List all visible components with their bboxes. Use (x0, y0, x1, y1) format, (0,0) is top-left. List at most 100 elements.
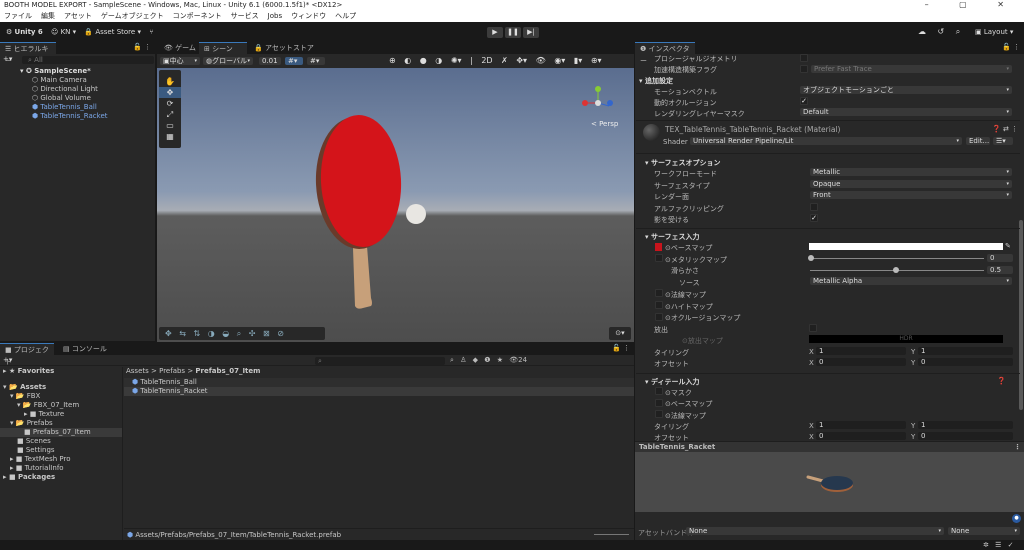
detail-inputs-header[interactable]: ▾ ディテール入力 (645, 377, 699, 387)
workflow-dropdown[interactable]: Metallic ▾ (810, 168, 1012, 176)
menu-gameobject[interactable]: ゲームオブジェクト (101, 12, 164, 20)
shader-dropdown[interactable]: Universal Render Pipeline/Lit ▾ (690, 137, 962, 145)
preview-header[interactable]: TableTennis_Racket ⋮ (635, 441, 1024, 452)
emission-color-field[interactable]: HDR (809, 335, 1003, 343)
tab-console[interactable]: ▤ コンソール (58, 343, 112, 355)
file-item[interactable]: ⬢ TableTennis_Ball (124, 378, 634, 387)
emission-checkbox[interactable] (809, 324, 817, 332)
preview-area[interactable] (635, 452, 1024, 512)
toolbar-right-icons[interactable]: ☁ ↺ ⌕ (918, 27, 960, 37)
hierarchy-item[interactable]: ⬡ Directional Light (0, 85, 155, 94)
smoothness-input[interactable]: 0.5 (987, 266, 1013, 274)
tree-item[interactable]: ▸ ■ Texture (0, 410, 122, 419)
step-button[interactable]: ▶| (523, 27, 539, 38)
menu-file[interactable]: ファイル (4, 12, 32, 20)
layout-dropdown[interactable]: ▣ Layout ▾ (975, 28, 1013, 36)
motion-dropdown[interactable]: オブジェクトモーションごと ▾ (800, 86, 1012, 94)
persp-label[interactable]: < Persp (591, 120, 618, 128)
offset-y-input[interactable]: 0 (918, 358, 1013, 366)
label-icon[interactable]: ● (1012, 514, 1021, 523)
shading-mode-buttons[interactable]: ⊕ ◐ ● ◑ ✺▾ | 2D ✗ ✥▾ 👁 ◉▾ ▮▾ ⊕▾ (389, 56, 602, 65)
metallic-map-slot[interactable] (655, 254, 663, 262)
alpha-clip-checkbox[interactable] (810, 203, 818, 211)
metallic-slider-handle[interactable] (808, 255, 814, 261)
surface-inputs-header[interactable]: ▾ サーフェス入力 (645, 232, 700, 242)
snap-input[interactable]: 0.01 (259, 57, 281, 65)
tab-game[interactable]: 👁 ゲーム (159, 42, 201, 54)
asset-variant-dropdown[interactable]: None ▾ (948, 527, 1020, 535)
tree-packages[interactable]: ▸ ■ Packages (0, 473, 122, 482)
hierarchy-item[interactable]: ⬡ Global Volume (0, 94, 155, 103)
project-filter-icons[interactable]: ⌕ ♙ ◆ ❶ ★ 👁24 (450, 356, 527, 365)
tree-item[interactable]: ▾ 📂 Prefabs (0, 419, 122, 428)
menu-jobs[interactable]: Jobs (268, 12, 282, 20)
hierarchy-item[interactable]: ⬡ Main Camera (0, 76, 155, 85)
smoothness-slider-handle[interactable] (893, 267, 899, 273)
surface-options-header[interactable]: ▾ サーフェスオプション (645, 158, 721, 168)
icon-size-slider[interactable] (594, 534, 629, 535)
tab-asset-store[interactable]: 🔒 アセットストア (249, 42, 319, 54)
tree-item[interactable]: ■ Settings (0, 446, 122, 455)
tiling-x-input[interactable]: 1 (816, 347, 906, 355)
status-icons[interactable]: ✲ ☰ ✓ (983, 541, 1014, 549)
hierarchy-item[interactable]: ⬢ TableTennis_Ball (0, 103, 155, 112)
accel-dropdown[interactable]: Prefer Fast Trace ▾ (811, 65, 1012, 73)
detail-offset-y-input[interactable]: 0 (918, 432, 1013, 440)
detail-offset-x-input[interactable]: 0 (816, 432, 906, 440)
scene-root[interactable]: ▾ ✪ SampleScene* (0, 67, 155, 76)
detail-tiling-y-input[interactable]: 1 (918, 421, 1013, 429)
render-face-dropdown[interactable]: Front ▾ (810, 191, 1012, 199)
breadcrumb-assets[interactable]: Assets (126, 367, 149, 375)
create-button[interactable]: +▾ (3, 356, 12, 364)
space-dropdown[interactable]: ◍グローバル ▾ (203, 57, 253, 65)
base-map-thumbnail[interactable] (655, 243, 662, 251)
tab-hierarchy[interactable]: ☰ ヒエラルキー (0, 42, 56, 65)
tree-item[interactable]: ▸ ■ TutorialInfo (0, 464, 122, 473)
menu-help[interactable]: ヘルプ (335, 12, 356, 20)
edit-shader-button[interactable]: Edit... (966, 137, 990, 145)
help-icon[interactable]: ❓ (997, 377, 1006, 385)
tree-item[interactable]: ▾ 📂 FBX (0, 392, 122, 401)
add-button[interactable]: +▾ (3, 55, 12, 63)
camera-settings-button[interactable]: ⊙▾ (609, 327, 631, 340)
tiling-y-input[interactable]: 1 (918, 347, 1013, 355)
menu-component[interactable]: コンポーネント (173, 12, 222, 20)
breadcrumb-prefabs[interactable]: Prefabs (159, 367, 185, 375)
surface-type-dropdown[interactable]: Opaque ▾ (810, 180, 1012, 188)
breadcrumb-current[interactable]: Prefabs_07_Item (195, 367, 260, 375)
eyedropper-icon[interactable]: ✎ (1005, 242, 1011, 250)
height-map-slot[interactable] (655, 301, 663, 309)
metallic-slider[interactable] (810, 258, 984, 259)
detail-normal-slot[interactable] (655, 410, 663, 418)
overlay-toolbar[interactable]: ✥ ⇆ ⇅ ◑ ◒ ⌕ ✣ ⊠ ⊘ (159, 327, 325, 340)
pause-button[interactable]: ❚❚ (505, 27, 521, 38)
tree-item-selected[interactable]: ■ Prefabs_07_Item (0, 428, 122, 437)
base-color-swatch[interactable] (809, 243, 1003, 250)
detail-base-slot[interactable] (655, 399, 663, 407)
metallic-input[interactable]: 0 (987, 254, 1013, 262)
source-dropdown[interactable]: Metallic Alpha ▾ (810, 277, 1012, 285)
occlusion-checkbox[interactable]: ✓ (800, 97, 808, 105)
inspector-scrollbar[interactable] (1019, 220, 1023, 410)
scene-viewport[interactable]: < Persp ✋ ✥ ⟳ ⤢ ▭ ▦ ✥ ⇆ ⇅ ◑ ◒ ⌕ ✣ ⊠ ⊘ ⊙▾ (157, 68, 634, 342)
pivot-dropdown[interactable]: ▣中心 ▾ (160, 57, 200, 65)
tree-item[interactable]: ▸ ■ TextMesh Pro (0, 455, 122, 464)
accel-checkbox[interactable] (800, 65, 808, 73)
unity-button[interactable]: ⚙ Unity 6 (6, 22, 43, 42)
asset-store-button[interactable]: 🔒 Asset Store ▾ (84, 22, 141, 42)
additional-settings-header[interactable]: ▾ 追加設定 (639, 76, 673, 86)
tab-project[interactable]: ■ プロジェクト (0, 343, 54, 366)
tree-assets[interactable]: ▾ 📂 Assets (0, 383, 122, 392)
menu-assets[interactable]: アセット (64, 12, 92, 20)
hierarchy-search-input[interactable]: ⌕ All (22, 56, 154, 64)
normal-map-slot[interactable] (655, 289, 663, 297)
procedural-checkbox[interactable] (800, 54, 808, 62)
asset-bundle-dropdown[interactable]: None ▾ (686, 527, 944, 535)
project-search-input[interactable]: ⌕ (315, 357, 445, 365)
tab-scene[interactable]: ⊞ シーン (199, 42, 247, 54)
tab-inspector[interactable]: ❶ インスペクター (635, 42, 695, 65)
scene-gizmo[interactable] (581, 86, 615, 120)
layer-mask-dropdown[interactable]: Default ▾ (800, 108, 1012, 116)
hierarchy-item[interactable]: ⬢ TableTennis_Racket (0, 112, 155, 121)
play-button[interactable]: ▶ (487, 27, 503, 38)
